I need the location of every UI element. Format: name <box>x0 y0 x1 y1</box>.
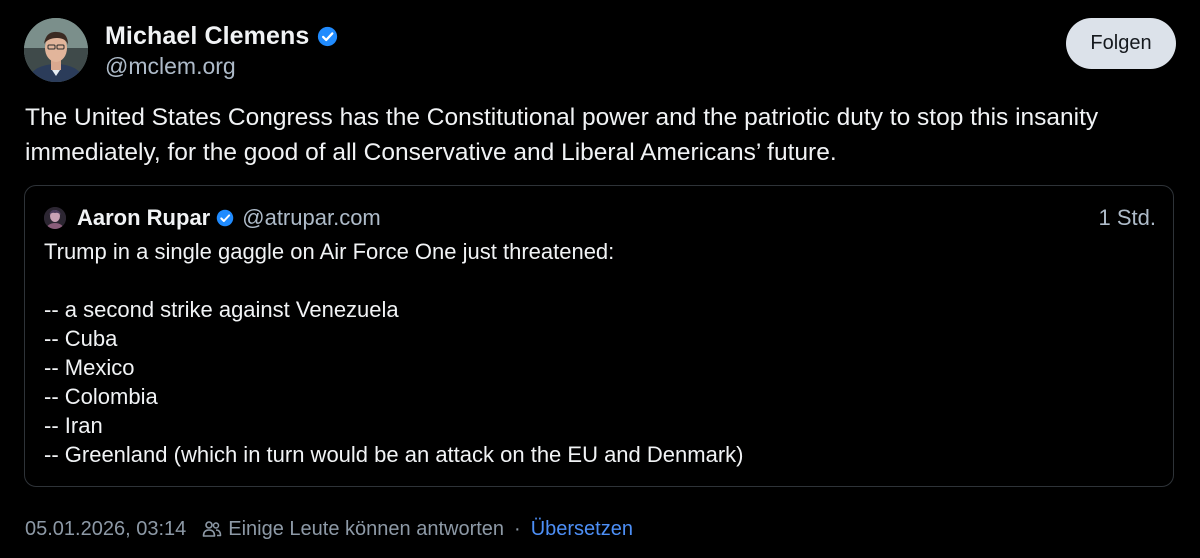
author-handle[interactable]: @mclem.org <box>105 53 236 80</box>
quote-avatar-image <box>44 207 66 229</box>
post-footer: 05.01.2026, 03:14 Einige Leute können an… <box>25 513 633 545</box>
follow-button[interactable]: Folgen <box>1066 18 1176 69</box>
author-avatar[interactable] <box>24 18 88 82</box>
quote-line: -- Mexico <box>44 355 135 380</box>
quoted-post[interactable]: Aaron Rupar @atrupar.com 1 Std. Trump in… <box>24 185 1174 487</box>
quote-timestamp[interactable]: 1 Std. <box>1099 202 1156 234</box>
verified-badge-icon <box>216 209 234 227</box>
quote-line: -- a second strike against Venezuela <box>44 297 399 322</box>
quote-header: Aaron Rupar @atrupar.com <box>77 202 381 234</box>
quote-author-avatar[interactable] <box>44 207 66 229</box>
quote-author-handle[interactable]: @atrupar.com <box>242 205 381 231</box>
post: Michael Clemens @mclem.org Folgen The Un… <box>0 0 1200 558</box>
quote-line: -- Cuba <box>44 326 118 351</box>
post-text: The United States Congress has the Const… <box>25 104 1099 166</box>
quote-body: Trump in a single gaggle on Air Force On… <box>44 237 1154 469</box>
post-timestamp[interactable]: 05.01.2026, 03:14 <box>25 518 186 541</box>
author-name-row: Michael Clemens <box>105 20 338 52</box>
verified-badge-icon <box>317 26 338 47</box>
quote-line: -- Iran <box>44 413 103 438</box>
quote-line: -- Colombia <box>44 384 158 409</box>
translate-link[interactable]: Übersetzen <box>531 518 633 541</box>
people-icon <box>202 519 222 539</box>
quote-line: Trump in a single gaggle on Air Force On… <box>44 239 615 264</box>
reply-setting-label[interactable]: Einige Leute können antworten <box>228 518 504 541</box>
quote-line: -- Greenland (which in turn would be an … <box>44 442 744 467</box>
author-name[interactable]: Michael Clemens <box>105 22 309 51</box>
footer-separator: · <box>514 517 521 540</box>
author-avatar-image <box>24 18 88 82</box>
quote-author-name[interactable]: Aaron Rupar <box>77 205 210 231</box>
quote-line <box>44 266 1154 295</box>
